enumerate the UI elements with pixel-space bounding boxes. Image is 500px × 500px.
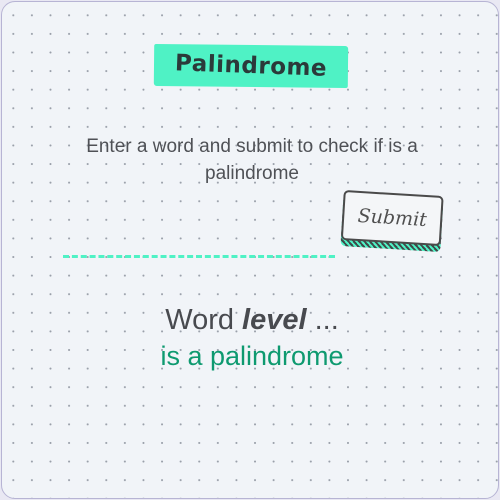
result-prefix: Word [165,304,243,336]
title-highlight: Palindrome [153,43,349,89]
result-message: Word level ... is a palindrome [52,302,452,374]
instruction-text: Enter a word and submit to check if is a… [86,136,418,184]
result-suffix: ... [306,304,339,336]
word-input[interactable] [63,236,335,258]
result-verdict: is a palindrome [160,341,344,371]
submit-button-wrapper: Submit [340,190,444,254]
app-card: Palindrome Enter a word and submit to ch… [1,1,499,499]
page-title: Palindrome [174,50,328,82]
result-word: level [242,304,307,336]
result-word-line: Word level ... [52,302,452,338]
submit-button[interactable]: Submit [340,190,444,247]
